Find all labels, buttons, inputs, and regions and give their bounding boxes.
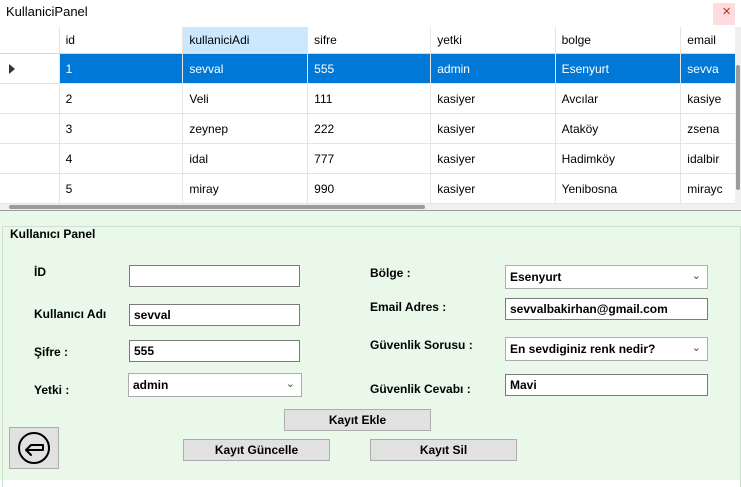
table-cell[interactable]: mirayc: [680, 173, 741, 204]
security-question-label: Güvenlik Sorusu :: [370, 338, 473, 352]
back-arrow-icon: [18, 432, 50, 464]
role-label: Yetki :: [34, 383, 70, 397]
table-cell[interactable]: sevval: [182, 53, 309, 84]
table-cell[interactable]: Hadimköy: [555, 143, 682, 174]
chevron-down-icon: ⌄: [691, 342, 701, 354]
update-record-button[interactable]: Kayıt Güncelle: [183, 439, 330, 461]
delete-record-button[interactable]: Kayıt Sil: [370, 439, 517, 461]
table-cell[interactable]: 4: [59, 143, 184, 174]
table-cell[interactable]: 555: [307, 53, 432, 84]
column-header-email[interactable]: email: [680, 27, 741, 54]
groupbox-title: Kullanıcı Panel: [8, 227, 98, 241]
column-header-bolge[interactable]: bolge: [555, 27, 682, 54]
username-field[interactable]: sevval: [129, 304, 300, 326]
table-cell[interactable]: Avcılar: [555, 83, 682, 114]
horizontal-scrollbar-thumb[interactable]: [9, 205, 425, 209]
table-cell[interactable]: idal: [182, 143, 309, 174]
column-header-sifre[interactable]: sifre: [307, 27, 432, 54]
table-cell[interactable]: 5: [59, 173, 184, 204]
table-cell[interactable]: 2: [59, 83, 184, 114]
security-question-select-value: En sevdiginiz renk nedir?: [510, 342, 656, 356]
title-bar: KullaniciPanel ×: [0, 0, 741, 27]
table-cell[interactable]: Ataköy: [555, 113, 682, 144]
table-cell[interactable]: sevva: [680, 53, 741, 84]
table-cell[interactable]: 990: [307, 173, 432, 204]
id-label: İD: [34, 265, 46, 279]
users-datagrid[interactable]: id kullaniciAdi sifre yetki bolge email …: [0, 27, 741, 211]
security-answer-label: Güvenlik Cevabı :: [370, 382, 471, 396]
region-select-value: Esenyurt: [510, 270, 562, 284]
row-header[interactable]: [0, 143, 60, 174]
email-label: Email Adres :: [370, 300, 447, 314]
vertical-scrollbar-thumb[interactable]: [736, 65, 740, 190]
column-header-kullaniciadi[interactable]: kullaniciAdi: [182, 27, 309, 54]
row-header[interactable]: [0, 53, 60, 84]
row-header[interactable]: [0, 173, 60, 204]
table-cell[interactable]: kasiyer: [430, 173, 556, 204]
close-icon[interactable]: ×: [722, 3, 731, 20]
table-cell[interactable]: idalbir: [680, 143, 741, 174]
table-row[interactable]: 3 zeynep 222 kasiyer Ataköy zsena: [0, 113, 741, 144]
table-cell[interactable]: kasiyer: [430, 113, 556, 144]
region-label: Bölge :: [370, 266, 411, 280]
table-row[interactable]: 1 sevval 555 admin Esenyurt sevva: [0, 53, 741, 84]
column-header-id[interactable]: id: [59, 27, 184, 54]
user-panel: Kullanıcı Panel İD Kullanıcı Adı sevval …: [0, 211, 741, 487]
id-field[interactable]: [129, 265, 300, 287]
chevron-down-icon: ⌄: [285, 378, 295, 390]
username-label: Kullanıcı Adı: [34, 307, 107, 321]
current-row-arrow-icon: [9, 64, 15, 75]
add-record-button[interactable]: Kayıt Ekle: [284, 409, 431, 431]
table-cell[interactable]: zeynep: [182, 113, 309, 144]
password-label: Şifre :: [34, 345, 69, 359]
table-cell[interactable]: miray: [182, 173, 309, 204]
horizontal-scrollbar[interactable]: [0, 204, 741, 210]
security-answer-field[interactable]: Mavi: [505, 374, 708, 396]
table-cell[interactable]: 111: [307, 83, 432, 114]
table-cell[interactable]: 222: [307, 113, 432, 144]
table-cell[interactable]: kasiyer: [430, 83, 556, 114]
role-select[interactable]: admin ⌄: [128, 373, 302, 397]
table-cell[interactable]: 3: [59, 113, 184, 144]
row-header[interactable]: [0, 83, 60, 114]
security-question-select[interactable]: En sevdiginiz renk nedir? ⌄: [505, 337, 708, 361]
region-select[interactable]: Esenyurt ⌄: [505, 265, 708, 289]
table-row[interactable]: 4 idal 777 kasiyer Hadimköy idalbir: [0, 143, 741, 174]
table-cell[interactable]: 777: [307, 143, 432, 174]
row-header-corner: [0, 27, 60, 54]
window-title: KullaniciPanel: [6, 4, 88, 19]
email-field[interactable]: sevvalbakirhan@gmail.com: [505, 298, 708, 320]
table-cell[interactable]: zsena: [680, 113, 741, 144]
table-cell[interactable]: kasiye: [680, 83, 741, 114]
table-cell[interactable]: admin: [430, 53, 556, 84]
column-header-yetki[interactable]: yetki: [430, 27, 556, 54]
table-cell[interactable]: kasiyer: [430, 143, 556, 174]
row-header[interactable]: [0, 113, 60, 144]
table-cell[interactable]: Esenyurt: [555, 53, 682, 84]
vertical-scrollbar[interactable]: [735, 27, 741, 204]
table-row[interactable]: 2 Veli 111 kasiyer Avcılar kasiye: [0, 83, 741, 114]
chevron-down-icon: ⌄: [691, 270, 701, 282]
role-select-value: admin: [133, 378, 169, 392]
table-cell[interactable]: 1: [59, 53, 184, 84]
table-cell[interactable]: Veli: [182, 83, 309, 114]
back-button[interactable]: [9, 427, 59, 469]
table-row[interactable]: 5 miray 990 kasiyer Yenibosna mirayc: [0, 173, 741, 204]
password-field[interactable]: 555: [129, 340, 300, 362]
table-cell[interactable]: Yenibosna: [555, 173, 682, 204]
